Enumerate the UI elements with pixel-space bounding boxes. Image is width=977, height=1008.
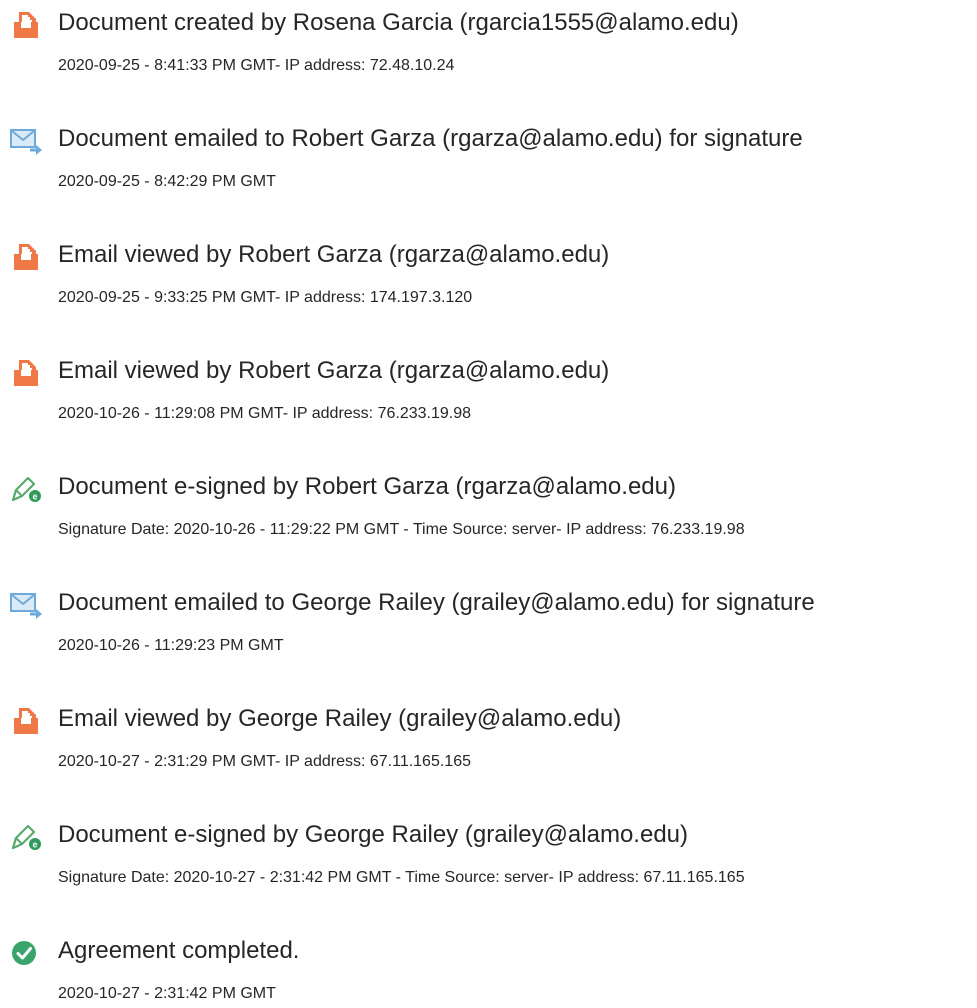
event-detail: 2020-10-26 - 11:29:23 PM GMT — [58, 637, 284, 654]
document-icon — [10, 706, 44, 736]
event-detail: Signature Date: 2020-10-27 - 2:31:42 PM … — [58, 869, 745, 886]
event-detail: Signature Date: 2020-10-26 - 11:29:22 PM… — [58, 521, 745, 538]
event-title: Document created by Rosena Garcia (rgarc… — [58, 9, 739, 36]
event-detail: 2020-10-27 - 2:31:42 PM GMT — [58, 985, 276, 1002]
event-detail: 2020-10-26 - 11:29:08 PM GMT- IP address… — [58, 405, 471, 422]
esign-icon: e — [10, 474, 44, 504]
event-detail: 2020-10-27 - 2:31:29 PM GMT- IP address:… — [58, 753, 471, 770]
event-title: Document e-signed by George Railey (grai… — [58, 821, 688, 848]
email-icon — [10, 590, 44, 620]
svg-text:e: e — [32, 840, 37, 850]
event-title: Email viewed by Robert Garza (rgarza@ala… — [58, 357, 610, 384]
event-detail: 2020-09-25 - 8:42:29 PM GMT — [58, 173, 276, 190]
email-icon — [10, 126, 44, 156]
esign-icon: e — [10, 822, 44, 852]
event-title: Document emailed to Robert Garza (rgarza… — [58, 125, 803, 152]
event-title: Agreement completed. — [58, 937, 300, 964]
history-event: Email viewed by Robert Garza (rgarza@ala… — [0, 348, 977, 428]
history-event: e Document e-signed by Robert Garza (rga… — [0, 464, 977, 544]
history-event: Document created by Rosena Garcia (rgarc… — [0, 0, 977, 80]
event-title: Email viewed by Robert Garza (rgarza@ala… — [58, 241, 610, 268]
document-icon — [10, 10, 44, 40]
svg-text:e: e — [32, 492, 37, 502]
document-icon — [10, 242, 44, 272]
history-event: Email viewed by Robert Garza (rgarza@ala… — [0, 232, 977, 312]
event-detail: 2020-09-25 - 9:33:25 PM GMT- IP address:… — [58, 289, 473, 306]
history-event: Document emailed to George Railey (grail… — [0, 580, 977, 660]
checkmark-circle-icon — [10, 938, 44, 968]
document-icon — [10, 358, 44, 388]
history-event: Agreement completed. 2020-10-27 - 2:31:4… — [0, 928, 977, 1008]
event-title: Document emailed to George Railey (grail… — [58, 589, 815, 616]
history-event: e Document e-signed by George Railey (gr… — [0, 812, 977, 892]
event-detail: 2020-09-25 - 8:41:33 PM GMT- IP address:… — [58, 57, 455, 74]
history-event: Email viewed by George Railey (grailey@a… — [0, 696, 977, 776]
event-title: Document e-signed by Robert Garza (rgarz… — [58, 473, 676, 500]
event-title: Email viewed by George Railey (grailey@a… — [58, 705, 622, 732]
history-event: Document emailed to Robert Garza (rgarza… — [0, 116, 977, 196]
